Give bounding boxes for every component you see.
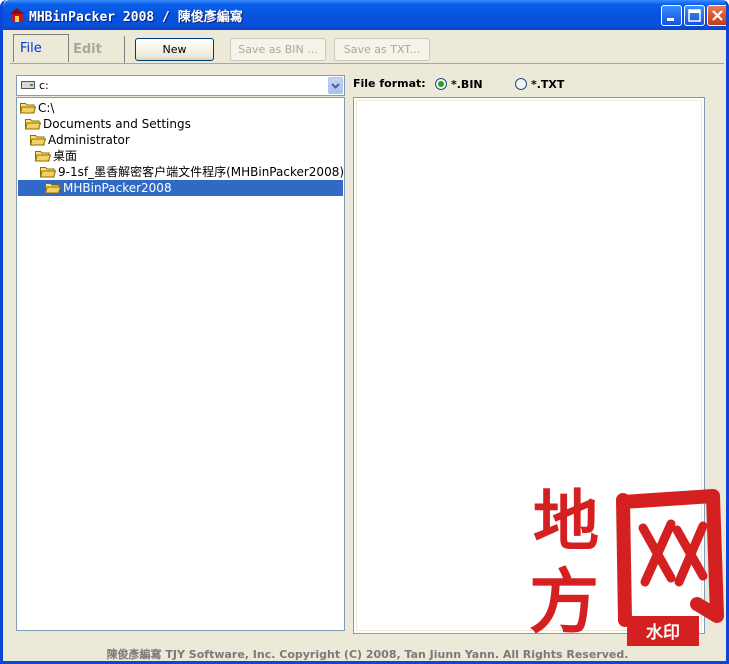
minimize-icon [667, 18, 674, 21]
drive-select-value: c: [39, 79, 49, 92]
drive-icon [21, 81, 35, 89]
format-radio-bin-label[interactable]: *.BIN [451, 78, 483, 91]
tab-edit[interactable]: Edit [69, 36, 125, 64]
folder-open-icon [45, 183, 61, 194]
chevron-down-icon [331, 83, 340, 89]
footer-text: TJY Software, Inc. Copyright (C) 2008, T… [165, 648, 629, 661]
maximize-icon [688, 9, 701, 22]
save-as-bin-button[interactable]: Save as BIN ... [230, 38, 326, 61]
drive-select[interactable]: c: [16, 75, 345, 96]
folder-tree[interactable]: C:\ Documents and Settings Administrator… [16, 97, 345, 631]
drive-select-dropdown[interactable] [328, 77, 343, 94]
copyright-footer: 陳俊彥編寫 TJY Software, Inc. Copyright (C) 2… [3, 646, 726, 661]
format-radio-txt[interactable] [515, 78, 527, 90]
minimize-button[interactable] [661, 5, 682, 26]
file-format-label: File format: [353, 77, 426, 90]
close-icon [712, 10, 723, 21]
svg-text:地: 地 [533, 482, 599, 560]
new-button[interactable]: New [135, 38, 214, 61]
save-as-txt-button[interactable]: Save as TXT... [334, 38, 430, 61]
maximize-button[interactable] [684, 5, 705, 26]
svg-text:方: 方 [529, 560, 599, 643]
title-bar[interactable]: MHBinPacker 2008 / 陳俊彥編寫 [3, 0, 726, 30]
folder-open-icon [20, 103, 36, 114]
window-title: MHBinPacker 2008 / 陳俊彥編寫 [29, 10, 243, 25]
format-radio-txt-label[interactable]: *.TXT [531, 78, 564, 91]
footer-author: 陳俊彥編寫 [106, 648, 162, 661]
format-radio-bin[interactable] [435, 78, 447, 90]
folder-open-icon [30, 135, 46, 146]
folder-open-icon [25, 119, 41, 130]
tree-item-mhbinpacker2008[interactable]: MHBinPacker2008 [18, 180, 343, 196]
folder-open-icon [35, 151, 51, 162]
app-icon [10, 8, 24, 22]
close-button[interactable] [707, 5, 726, 26]
svg-text:水印: 水印 [646, 622, 680, 643]
tab-file[interactable]: File [13, 34, 69, 62]
folder-open-icon [40, 167, 56, 178]
watermark-logo: 地 方 水印 [529, 482, 724, 646]
